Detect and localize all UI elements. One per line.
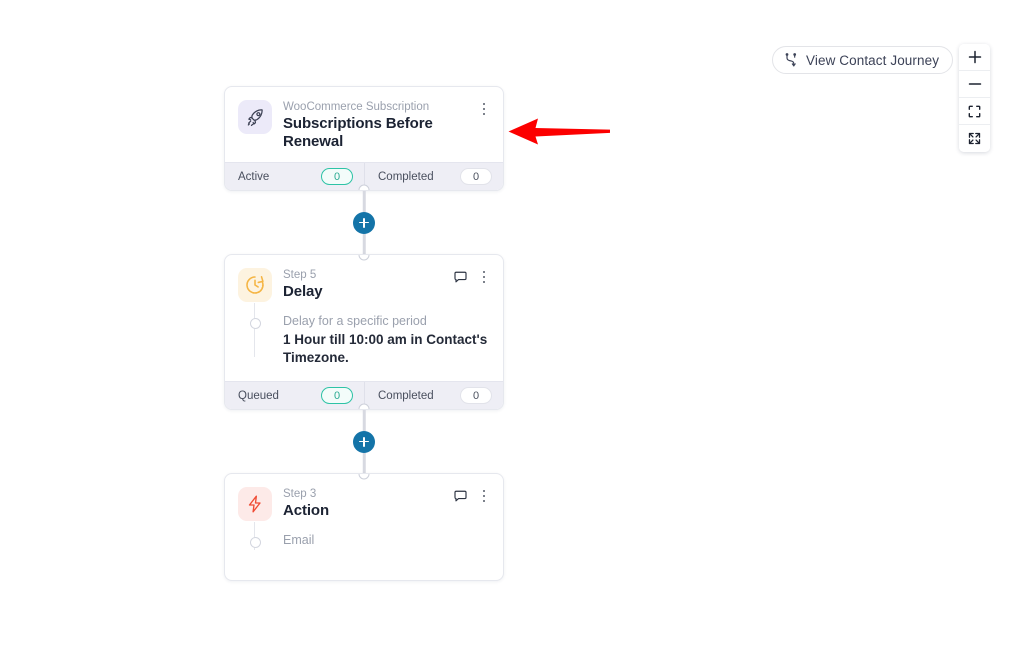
body-row-value: 1 Hour till 10:00 am in Contact's Timezo… [283,332,488,365]
minus-icon [968,77,982,91]
node-connector-2 [224,410,504,473]
node-body-row: Email [238,532,491,550]
workflow-node-trigger[interactable]: WooCommerce Subscription Subscriptions B… [224,86,504,191]
clock-icon [238,268,272,302]
branch-flow-icon [784,52,799,68]
stat-value[interactable]: 0 [460,168,492,185]
node-title-block: Step 5 Delay [283,267,442,301]
node-menu-button[interactable] [477,269,491,285]
node-header-actions [477,99,491,117]
fit-view-button[interactable] [959,98,990,125]
node-body: Email [225,522,503,580]
node-header-actions [453,486,491,504]
node-body: Delay for a specific period 1 Hour till … [225,303,503,381]
workflow-node-action[interactable]: Step 3 Action Email [224,473,504,581]
red-pointer-arrow [508,113,612,151]
stat-label: Completed [378,170,434,183]
body-row-knob [249,318,261,329]
stat-value[interactable]: 0 [321,387,353,404]
body-row-text: Email [283,532,491,550]
node-body-row: Delay for a specific period 1 Hour till … [238,313,491,367]
node-stat: Queued 0 [225,382,364,409]
stat-label: Active [238,170,270,183]
node-title-block: WooCommerce Subscription Subscriptions B… [283,99,466,151]
zoom-in-button[interactable] [959,44,990,71]
node-title: Subscriptions Before Renewal [283,115,433,150]
node-stat: Completed 0 [364,382,503,409]
view-contact-journey-button[interactable]: View Contact Journey [772,46,954,74]
node-title: Delay [283,283,323,300]
lightning-bolt-icon [238,487,272,521]
node-menu-button[interactable] [477,488,491,504]
stat-value[interactable]: 0 [321,168,353,185]
note-comment-icon[interactable] [453,489,468,504]
expand-view-button[interactable] [959,125,990,152]
body-row-knob-wrap [238,532,272,548]
fit-screen-icon [968,105,981,118]
node-menu-button[interactable] [477,101,491,117]
add-step-button-1[interactable] [353,211,375,234]
zoom-out-button[interactable] [959,71,990,98]
node-header-actions [453,267,491,285]
zoom-controls[interactable] [959,44,990,152]
node-title: Action [283,502,330,519]
workflow-node-delay[interactable]: Step 5 Delay Delay for a specific period… [224,254,504,410]
stat-label: Queued [238,389,279,402]
add-step-button-2[interactable] [353,430,375,453]
node-header: WooCommerce Subscription Subscriptions B… [225,87,503,162]
expand-arrows-icon [968,132,981,145]
stat-label: Completed [378,389,434,402]
note-comment-icon[interactable] [453,270,468,285]
node-header: Step 5 Delay [225,255,503,313]
node-stat: Completed 0 [364,163,503,190]
body-row-subtitle: Delay for a specific period [283,314,427,328]
body-row-text: Delay for a specific period 1 Hour till … [283,313,491,367]
body-row-subtitle: Email [283,533,315,547]
stat-value[interactable]: 0 [460,387,492,404]
body-row-knob-wrap [238,313,272,329]
node-stat: Active 0 [225,163,364,190]
view-contact-journey-label: View Contact Journey [806,52,940,68]
workflow-node-list: WooCommerce Subscription Subscriptions B… [224,86,504,581]
plus-icon [968,50,982,64]
node-eyebrow: Step 5 [283,269,317,281]
workflow-canvas[interactable]: View Contact Journey WooCommerce Subscri… [0,0,1022,654]
rocket-icon [238,100,272,134]
node-header: Step 3 Action [225,474,503,532]
node-eyebrow: WooCommerce Subscription [283,101,430,113]
body-row-knob [249,537,261,548]
node-eyebrow: Step 3 [283,488,317,500]
node-connector-1 [224,191,504,254]
node-title-block: Step 3 Action [283,486,442,520]
